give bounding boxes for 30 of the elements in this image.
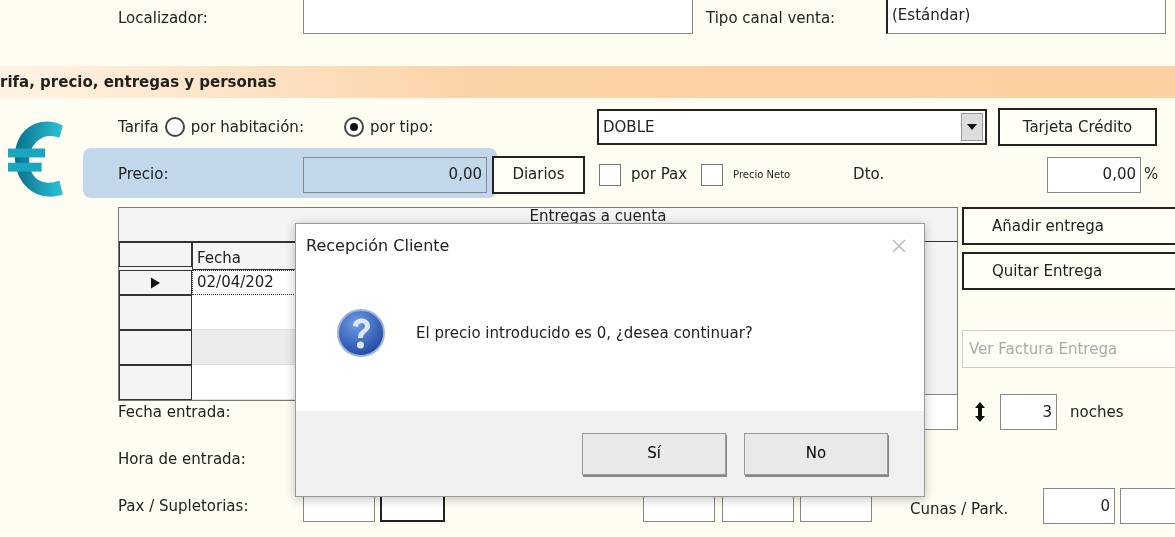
field-label: Localizador: (118, 7, 209, 29)
nights-field[interactable]: 3 (1000, 394, 1057, 430)
field-label: Fecha entrada: (118, 401, 231, 423)
price-field[interactable]: 0,00 (303, 156, 487, 193)
field-label: Precio: (118, 164, 170, 186)
canal-field[interactable]: (Estándar) (886, 0, 1166, 34)
dialog-button[interactable]: No (744, 432, 888, 475)
tipo-dropdown[interactable]: DOBLE (597, 109, 987, 145)
checkbox-label: Precio Neto (733, 169, 792, 180)
field-label: Pax / Supletorias: (118, 495, 250, 517)
dropdown-value: DOBLE (603, 116, 655, 138)
percent-label: % (1144, 164, 1159, 186)
card-button[interactable]: Tarjeta Crédito (998, 108, 1157, 146)
discount-field[interactable]: 0,00 (1047, 156, 1141, 193)
field-label: Tipo canal venta: (706, 7, 837, 29)
radio-label: por tipo: (369, 116, 434, 138)
daily-button[interactable]: Diarios (492, 155, 585, 194)
section-title: rifa, precio, entregas y personas (0, 71, 277, 93)
entrega-button[interactable]: Quitar Entrega (962, 252, 1175, 290)
cunas-field[interactable]: 0 (1043, 488, 1115, 524)
field-label: Cunas / Park. (910, 499, 1009, 520)
dialog-button[interactable]: Sí (582, 432, 726, 475)
checkbox-label: por Pax (631, 164, 688, 186)
dialog-message: El precio introducido es 0, ¿desea continuar? (416, 322, 753, 344)
field-label: Tarifa (118, 116, 159, 138)
field-label: Dto. (853, 164, 885, 186)
field-label: Hora de entrada: (118, 448, 246, 470)
field-label: noches (1070, 401, 1124, 423)
radio-label: por habitación: (190, 116, 304, 138)
entrega-button[interactable]: Añadir entrega (962, 207, 1175, 245)
